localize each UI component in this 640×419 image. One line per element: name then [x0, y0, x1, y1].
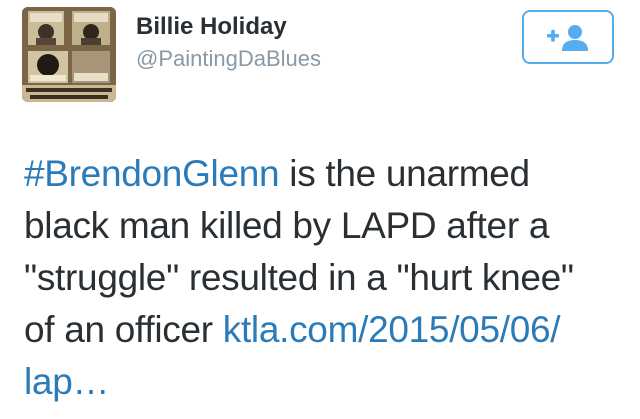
tweet-line: lap… — [24, 356, 624, 408]
tweet-line: of an officer ktla.com/2015/05/06/ — [24, 304, 624, 356]
add-user-icon — [547, 25, 588, 51]
tweet-card: Billie Holiday @PaintingDaBlues #Brendon… — [0, 0, 640, 419]
tweet-text-segment: of an officer — [24, 309, 223, 350]
url-link[interactable]: ktla.com/2015/05/06/ — [223, 309, 561, 350]
tweet-line: #BrendonGlenn is the unarmed — [24, 148, 624, 200]
tweet-text: #BrendonGlenn is the unarmed black man k… — [24, 148, 624, 408]
tweet-line: black man killed by LAPD after a — [24, 205, 550, 246]
hashtag-link[interactable]: #BrendonGlenn — [24, 153, 280, 194]
tweet-text-segment: is the unarmed — [279, 153, 530, 194]
follow-button[interactable] — [522, 10, 614, 64]
user-name[interactable]: Billie Holiday — [136, 12, 287, 42]
user-handle[interactable]: @PaintingDaBlues — [136, 45, 321, 73]
url-link-continued[interactable]: lap… — [24, 361, 109, 402]
tweet-line: "struggle" resulted in a "hurt knee" — [24, 257, 574, 298]
avatar-image — [22, 7, 116, 102]
avatar[interactable] — [22, 7, 116, 102]
